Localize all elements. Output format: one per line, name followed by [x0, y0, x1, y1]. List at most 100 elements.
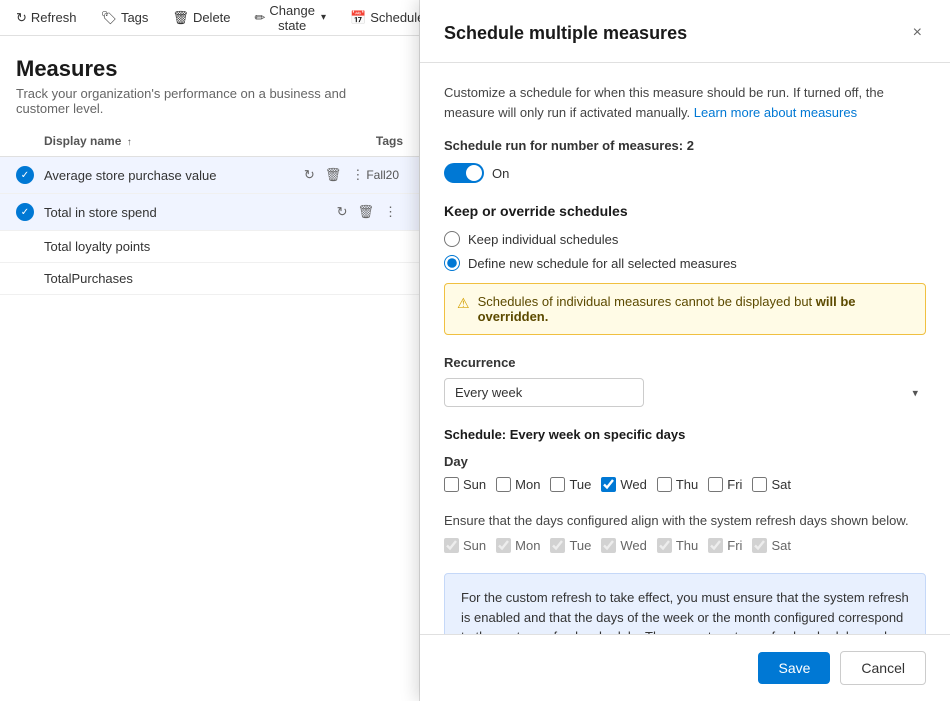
tags-button[interactable]: 🏷 Tags [96, 8, 152, 28]
change-state-button[interactable]: ✏ Change state ▾ [251, 1, 330, 35]
day-item-thu: Thu [657, 477, 698, 492]
schedule-modal: Schedule multiple measures × Customize a… [420, 0, 950, 701]
toolbar: ↻ Refresh 🏷 Tags 🗑 Delete ✏ Change state… [0, 0, 419, 36]
day-name-tue: Tue [569, 477, 591, 492]
row-delete-button-2[interactable]: 🗑 [355, 202, 376, 222]
table-row[interactable]: ✓ Average store purchase value ↻ 🗑 ⋮ Fal… [0, 157, 419, 194]
tags-icon: 🏷 [100, 10, 117, 26]
day-check-thu[interactable] [657, 477, 672, 492]
row-name-4: TotalPurchases [44, 271, 133, 286]
sys-check-sun [444, 538, 459, 553]
row-checkbox-2[interactable]: ✓ [16, 203, 44, 221]
learn-more-link[interactable]: Learn more about measures [694, 105, 857, 120]
day-check-wed[interactable] [601, 477, 616, 492]
delete-icon: 🗑 [172, 10, 189, 26]
day-label: Day [444, 454, 926, 469]
col-tags-header: Tags [323, 134, 403, 148]
refresh-icon: ↻ [16, 10, 27, 26]
day-name-mon: Mon [515, 477, 540, 492]
system-align-label: Ensure that the days configured align wi… [444, 512, 926, 530]
row-name-3: Total loyalty points [44, 239, 150, 254]
row-refresh-button-2[interactable]: ↻ [335, 202, 350, 222]
day-check-sat[interactable] [752, 477, 767, 492]
warning-icon: ⚠ [457, 295, 470, 312]
edit-icon: ✏ [255, 10, 266, 26]
schedule-label: Schedule [370, 10, 424, 25]
radio-define[interactable]: Define new schedule for all selected mea… [444, 255, 926, 271]
row-name-2: Total in store spend [44, 205, 335, 220]
warning-box: ⚠ Schedules of individual measures canno… [444, 283, 926, 335]
selected-check-icon: ✓ [16, 166, 34, 184]
modal-footer: Save Cancel [420, 634, 950, 701]
radio-keep-label: Keep individual schedules [468, 232, 618, 247]
sys-day-sat: Sat [752, 538, 791, 553]
warning-text-part: Schedules of individual measures cannot … [478, 294, 816, 309]
row-checkbox-1[interactable]: ✓ [16, 166, 44, 184]
delete-button[interactable]: 🗑 Delete [168, 8, 234, 28]
chevron-down-icon: ▾ [912, 386, 918, 399]
row-more-button-2[interactable]: ⋮ [382, 202, 399, 222]
cancel-button[interactable]: Cancel [840, 651, 926, 685]
row-refresh-button-1[interactable]: ↻ [302, 165, 317, 185]
table-header: Display name ↑ Tags [0, 126, 419, 157]
change-state-label: Change state [269, 3, 315, 33]
schedule-icon: 📅 [350, 10, 366, 26]
keep-override-title: Keep or override schedules [444, 203, 926, 219]
row-actions-1: ↻ 🗑 ⋮ [302, 165, 366, 185]
radio-keep[interactable]: Keep individual schedules [444, 231, 926, 247]
radio-define-input[interactable] [444, 255, 460, 271]
sys-day-name-sat: Sat [771, 538, 791, 553]
toggle-on-label: On [492, 166, 509, 181]
sys-check-thu [657, 538, 672, 553]
row-name-1: Average store purchase value [44, 168, 302, 183]
toggle-row: On [444, 163, 926, 183]
day-check-sun[interactable] [444, 477, 459, 492]
delete-label: Delete [193, 10, 231, 25]
page-header: Measures Track your organization's perfo… [0, 36, 419, 126]
day-check-tue[interactable] [550, 477, 565, 492]
schedule-subtitle: Schedule: Every week on specific days [444, 427, 926, 442]
sys-day-name-sun: Sun [463, 538, 486, 553]
day-name-fri: Fri [727, 477, 742, 492]
row-delete-button-1[interactable]: 🗑 [323, 165, 344, 185]
recurrence-select[interactable]: Every day Every week Every month [444, 378, 644, 407]
table-row[interactable]: TotalPurchases [0, 263, 419, 295]
schedule-button[interactable]: 📅 Schedule [346, 8, 428, 28]
refresh-button[interactable]: ↻ Refresh [12, 8, 80, 28]
day-check-mon[interactable] [496, 477, 511, 492]
sys-day-name-mon: Mon [515, 538, 540, 553]
row-tag-1: Fall20 [366, 168, 399, 182]
col-name-label: Display name [44, 134, 121, 148]
sys-day-name-tue: Tue [569, 538, 591, 553]
page-title: Measures [16, 56, 403, 82]
sort-icon: ↑ [127, 137, 132, 148]
day-item-mon: Mon [496, 477, 540, 492]
radio-keep-input[interactable] [444, 231, 460, 247]
sys-day-thu: Thu [657, 538, 698, 553]
modal-header: Schedule multiple measures × [420, 0, 950, 63]
table-row[interactable]: ✓ Total in store spend ↻ 🗑 ⋮ [0, 194, 419, 231]
row-actions-2: ↻ 🗑 ⋮ [335, 202, 399, 222]
refresh-label: Refresh [31, 10, 77, 25]
row-more-button-1[interactable]: ⋮ [349, 165, 366, 185]
schedule-run-label: Schedule run for number of measures: 2 [444, 138, 926, 153]
system-days-row: Sun Mon Tue Wed Thu [444, 538, 926, 553]
page-subtitle: Track your organization's performance on… [16, 86, 403, 116]
info-text-1: For the custom refresh to take effect, y… [461, 590, 909, 634]
day-name-sat: Sat [771, 477, 791, 492]
recurrence-label: Recurrence [444, 355, 926, 370]
modal-overlay: Schedule multiple measures × Customize a… [420, 0, 950, 701]
modal-body: Customize a schedule for when this measu… [420, 63, 950, 634]
schedule-toggle[interactable] [444, 163, 484, 183]
sys-check-tue [550, 538, 565, 553]
day-check-fri[interactable] [708, 477, 723, 492]
modal-description: Customize a schedule for when this measu… [444, 83, 926, 122]
left-panel: ↻ Refresh 🏷 Tags 🗑 Delete ✏ Change state… [0, 0, 420, 701]
table-row[interactable]: Total loyalty points [0, 231, 419, 263]
save-button[interactable]: Save [758, 652, 830, 684]
radio-define-label: Define new schedule for all selected mea… [468, 256, 737, 271]
chevron-down-icon: ▾ [321, 12, 326, 23]
day-item-sun: Sun [444, 477, 486, 492]
sys-day-tue: Tue [550, 538, 591, 553]
close-button[interactable]: × [909, 20, 926, 46]
